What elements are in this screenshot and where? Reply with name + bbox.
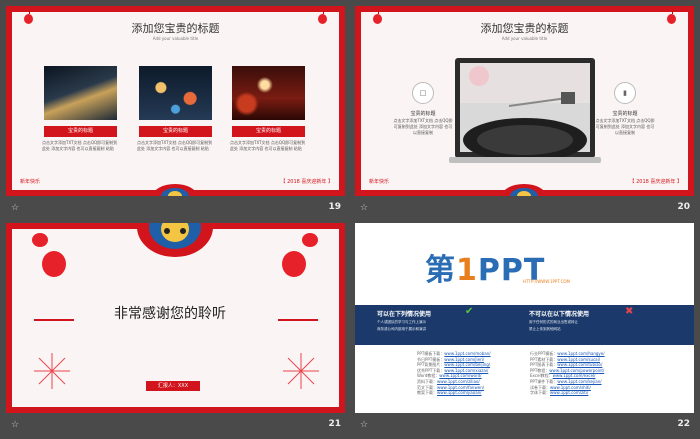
slide-subtitle: Add your valuable title: [501, 36, 548, 41]
slide-footer: ☆ 22: [355, 419, 694, 433]
divider-line: [34, 319, 74, 321]
star-icon[interactable]: ☆: [11, 203, 19, 213]
presenter-tag: 汇报人：XXX: [146, 381, 200, 391]
can-use-title: 可以在下列情况使用: [377, 311, 432, 318]
corner-label: 新年快乐: [369, 179, 390, 185]
lantern-icon: [42, 251, 66, 277]
card-caption: 宝贵的标题: [139, 126, 212, 137]
left-desc: 点击文字添加TXT文档 点击QQ即可复制到此处 添加文字内容 也可以直接复制: [393, 118, 453, 135]
thanks-text: 非常感谢您的聆听: [114, 306, 226, 322]
link[interactable]: www.1ppt.com/tubiao/: [557, 362, 602, 367]
chart-icon: ▮: [614, 82, 636, 104]
link[interactable]: www.1ppt.com/word/: [439, 373, 481, 378]
link[interactable]: www.1ppt.com/sucai/: [557, 357, 600, 362]
slide-thumb-20[interactable]: 添加您宝贵的标题 Add your valuable title □ 宝贵的标题…: [355, 6, 694, 216]
slide-number: 21: [328, 419, 341, 429]
firework-icon: [283, 353, 319, 389]
slide-canvas: 非常感谢您的聆听 汇报人：XXX: [6, 223, 345, 413]
right-title: 宝贵的标题: [612, 111, 638, 117]
slide-subtitle: Add your valuable title: [152, 36, 199, 41]
slide-thumb-19[interactable]: 添加您宝贵的标题 Add your valuable title 宝贵的标题 点…: [6, 6, 345, 216]
bokeh-photo: [139, 66, 212, 120]
laptop-image: [449, 58, 601, 163]
slide-title: 添加您宝贵的标题: [131, 22, 220, 35]
right-desc: 点击文字添加TXT文档 点击QQ即可复制到此处 添加文字内容 也可以直接复制: [595, 118, 655, 135]
opera-mask-icon: [137, 223, 213, 257]
link[interactable]: www.1ppt.com/hangye/: [557, 351, 604, 356]
link[interactable]: www.1ppt.com/jiaoan/: [437, 390, 482, 395]
lantern-icon: [282, 251, 306, 277]
slide-thumb-21[interactable]: 非常感谢您的聆听 汇报人：XXX ☆ 21: [6, 223, 345, 433]
cross-icon: ✖: [625, 306, 634, 317]
lantern-icon: [32, 233, 48, 247]
slide-number: 20: [677, 202, 690, 212]
card-desc: 点击文字添加TXT文档 点击QQ即可复制到此处 添加文字内容 也可以直接复制 粘…: [137, 140, 213, 151]
glass-photo: [232, 66, 305, 120]
link[interactable]: www.1ppt.com/shiti/: [550, 385, 591, 390]
corner-label: 【 2018 喜庆迎新年 】: [280, 179, 334, 185]
slide-title: 添加您宝贵的标题: [480, 22, 569, 35]
link[interactable]: www.1ppt.com/kejian/: [557, 379, 601, 384]
star-icon[interactable]: ☆: [360, 420, 368, 430]
slide-number: 22: [677, 419, 690, 429]
star-icon[interactable]: ☆: [11, 420, 19, 430]
card-caption: 宝贵的标题: [232, 126, 305, 137]
slide-footer: ☆ 21: [6, 419, 345, 433]
slide-canvas: 添加您宝贵的标题 Add your valuable title 宝贵的标题 点…: [6, 6, 345, 196]
chat-icon: □: [412, 82, 434, 104]
link[interactable]: www.1ppt.com/fanwen/: [437, 385, 484, 390]
link[interactable]: www.1ppt.com/ziliao/: [437, 379, 480, 384]
opera-mask-icon: [502, 184, 546, 196]
link-row: 字体下载：www.1ppt.com/ziti/: [530, 390, 589, 396]
link[interactable]: www.1ppt.com/moban/: [444, 351, 490, 356]
city-night-photo: [44, 66, 117, 120]
lantern-icon: [302, 233, 318, 247]
card-desc: 点击文字添加TXT文档 点击QQ即可复制到此处 添加文字内容 也可以直接复制 粘…: [42, 140, 118, 151]
check-icon: ✔: [465, 306, 474, 317]
can-use-line: 商务或公司内部用于展示和演讲: [377, 327, 426, 331]
slide-footer: ☆ 19: [6, 202, 345, 216]
brand-url: HTTP://WWW.1PPT.COM: [523, 279, 570, 284]
can-use-line: 个人或团队的学习与工作上演示: [377, 320, 426, 324]
opera-mask-icon: [153, 184, 197, 196]
divider-line: [278, 319, 318, 321]
link[interactable]: www.1ppt.com/ziti/: [550, 390, 588, 395]
slide-thumb-22[interactable]: 第1PPT HTTP://WWW.1PPT.COM 可以在下列情况使用 ✔ 个人…: [355, 223, 694, 433]
cannot-use-line: 禁止上传到其他网站: [529, 327, 561, 331]
slide-footer: ☆ 20: [355, 202, 694, 216]
firework-icon: [34, 353, 70, 389]
cannot-use-line: 用于任何形式的商业出售或转让: [529, 320, 578, 324]
link[interactable]: www.1ppt.com/jieri/: [444, 357, 484, 362]
link[interactable]: www.1ppt.com/excel/: [553, 373, 596, 378]
link[interactable]: www.1ppt.com/beijing/: [444, 362, 490, 367]
link-row: 教案下载：www.1ppt.com/jiaoan/: [417, 390, 482, 396]
slide-canvas: 添加您宝贵的标题 Add your valuable title □ 宝贵的标题…: [355, 6, 694, 196]
slide-canvas: 第1PPT HTTP://WWW.1PPT.COM 可以在下列情况使用 ✔ 个人…: [355, 223, 694, 413]
links-left: PPT模板下载：www.1ppt.com/moban/ 节日PPT模板：www.…: [417, 351, 491, 396]
card-caption: 宝贵的标题: [44, 126, 117, 137]
star-icon[interactable]: ☆: [360, 203, 368, 213]
corner-label: 【 2018 喜庆迎新年 】: [629, 179, 683, 185]
card-desc: 点击文字添加TXT文档 点击QQ即可复制到此处 添加文字内容 也可以直接复制 粘…: [230, 140, 306, 151]
cannot-use-title: 不可以在以下情况使用: [529, 311, 590, 318]
links-right: 行业PPT模板：www.1ppt.com/hangye/ PPT素材下载：www…: [530, 351, 605, 396]
left-title: 宝贵的标题: [410, 111, 436, 117]
corner-label: 新年快乐: [20, 179, 41, 185]
slide-number: 19: [328, 202, 341, 212]
